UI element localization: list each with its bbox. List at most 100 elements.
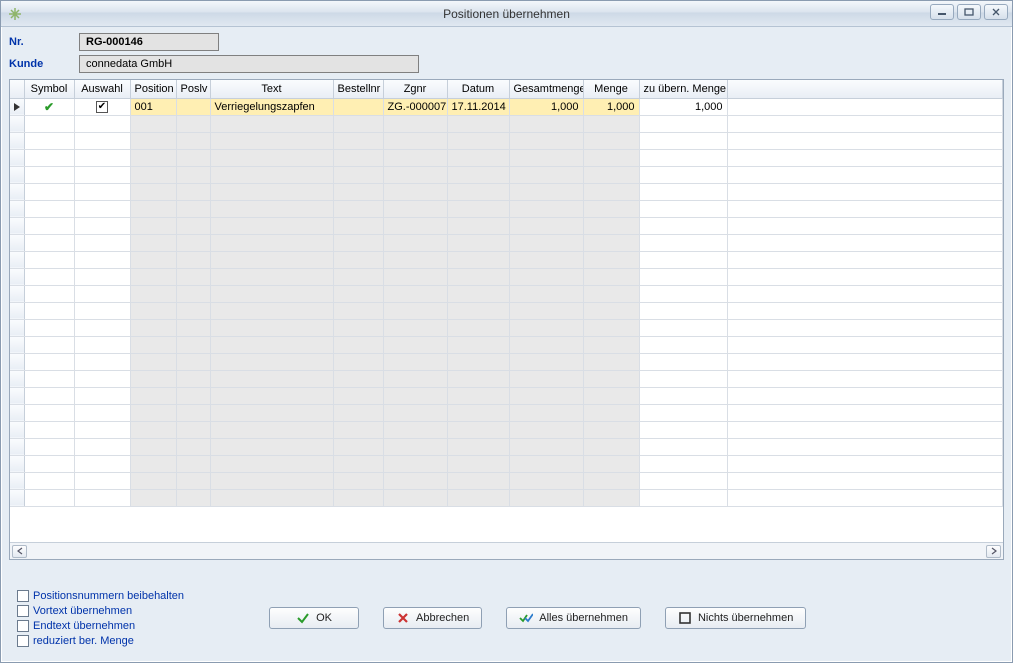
opt-vortext[interactable]: Vortext übernehmen [17, 603, 184, 618]
checkbox-icon[interactable] [17, 635, 29, 647]
cell-tail [727, 251, 1003, 268]
cell-symbol [24, 319, 74, 336]
cell-text [210, 183, 333, 200]
cell-menge [583, 166, 639, 183]
table-row [10, 421, 1003, 438]
cell-datum [447, 387, 509, 404]
cell-poslv [176, 268, 210, 285]
col-auswahl[interactable]: Auswahl [74, 80, 130, 98]
cell-auswahl [74, 404, 130, 421]
checkbox-icon[interactable] [17, 605, 29, 617]
nr-field[interactable]: RG-000146 [79, 33, 219, 51]
row-indicator [10, 166, 24, 183]
cell-datum [447, 183, 509, 200]
checkbox-icon[interactable]: ✔ [96, 101, 108, 113]
cell-zgnr [383, 200, 447, 217]
col-zuubern[interactable]: zu übern. Menge [639, 80, 727, 98]
cell-symbol [24, 302, 74, 319]
cell-gesamtmenge [509, 319, 583, 336]
col-bestellnr[interactable]: Bestellnr [333, 80, 383, 98]
cell-auswahl[interactable]: ✔ [74, 98, 130, 115]
col-menge[interactable]: Menge [583, 80, 639, 98]
scroll-right-button[interactable] [986, 545, 1001, 558]
scroll-left-button[interactable] [12, 545, 27, 558]
row-indicator [10, 115, 24, 132]
cell-zgnr [383, 404, 447, 421]
cell-position [130, 115, 176, 132]
positions-table[interactable]: Symbol Auswahl Position Poslv Text Beste… [10, 80, 1003, 507]
cell-zuubern [639, 421, 727, 438]
table-row [10, 166, 1003, 183]
cell-datum [447, 115, 509, 132]
cell-poslv [176, 149, 210, 166]
double-check-icon [519, 611, 533, 625]
cell-menge [583, 421, 639, 438]
cell-zuubern[interactable]: 1,000 [639, 98, 727, 115]
cell-auswahl [74, 387, 130, 404]
table-row [10, 489, 1003, 506]
cell-gesamtmenge [509, 166, 583, 183]
table-row [10, 115, 1003, 132]
cancel-icon [396, 611, 410, 625]
cell-text [210, 336, 333, 353]
check-icon: ✔ [44, 100, 54, 114]
row-indicator [10, 217, 24, 234]
cell-menge [583, 149, 639, 166]
take-all-button[interactable]: Alles übernehmen [506, 607, 641, 629]
kunde-field[interactable]: connedata GmbH [79, 55, 419, 73]
cell-menge [583, 336, 639, 353]
checkbox-icon[interactable] [17, 590, 29, 602]
cell-bestellnr [333, 285, 383, 302]
cell-auswahl [74, 115, 130, 132]
cell-datum [447, 302, 509, 319]
cell-menge: 1,000 [583, 98, 639, 115]
cell-bestellnr [333, 217, 383, 234]
cell-text [210, 353, 333, 370]
col-position[interactable]: Position [130, 80, 176, 98]
opt-endtext[interactable]: Endtext übernehmen [17, 618, 184, 633]
cell-gesamtmenge [509, 336, 583, 353]
cell-datum [447, 472, 509, 489]
cell-datum [447, 166, 509, 183]
col-poslv[interactable]: Poslv [176, 80, 210, 98]
cell-poslv [176, 200, 210, 217]
opt-reduziert[interactable]: reduziert ber. Menge [17, 633, 184, 648]
col-text[interactable]: Text [210, 80, 333, 98]
cell-zuubern [639, 387, 727, 404]
ok-button[interactable]: OK [269, 607, 359, 629]
cell-bestellnr [333, 200, 383, 217]
opt-vortext-label: Vortext übernehmen [33, 605, 132, 617]
col-gesamtmenge[interactable]: Gesamtmenge [509, 80, 583, 98]
cell-tail [727, 200, 1003, 217]
cell-symbol [24, 353, 74, 370]
minimize-button[interactable] [930, 4, 954, 20]
cell-tail [727, 285, 1003, 302]
cell-bestellnr [333, 336, 383, 353]
cell-gesamtmenge [509, 217, 583, 234]
table-row[interactable]: ✔✔001VerriegelungszapfenZG.-00000717.11.… [10, 98, 1003, 115]
cell-bestellnr [333, 489, 383, 506]
col-symbol[interactable]: Symbol [24, 80, 74, 98]
horizontal-scrollbar[interactable] [10, 542, 1003, 559]
take-none-button[interactable]: Nichts übernehmen [665, 607, 806, 629]
col-datum[interactable]: Datum [447, 80, 509, 98]
row-indicator-header [10, 80, 24, 98]
opt-keep-posnr[interactable]: Positionsnummern beibehalten [17, 588, 184, 603]
cell-poslv [176, 421, 210, 438]
close-button[interactable] [984, 4, 1008, 20]
maximize-button[interactable] [957, 4, 981, 20]
checkbox-icon[interactable] [17, 620, 29, 632]
scroll-track[interactable] [27, 545, 986, 558]
cell-menge [583, 200, 639, 217]
cell-auswahl [74, 489, 130, 506]
cancel-button[interactable]: Abbrechen [383, 607, 482, 629]
options-column: Positionsnummern beibehalten Vortext übe… [17, 588, 184, 648]
col-zgnr[interactable]: Zgnr [383, 80, 447, 98]
cell-poslv [176, 472, 210, 489]
cell-zgnr [383, 166, 447, 183]
table-row [10, 217, 1003, 234]
cell-text [210, 251, 333, 268]
cell-auswahl [74, 353, 130, 370]
cell-tail [727, 149, 1003, 166]
cell-position [130, 421, 176, 438]
